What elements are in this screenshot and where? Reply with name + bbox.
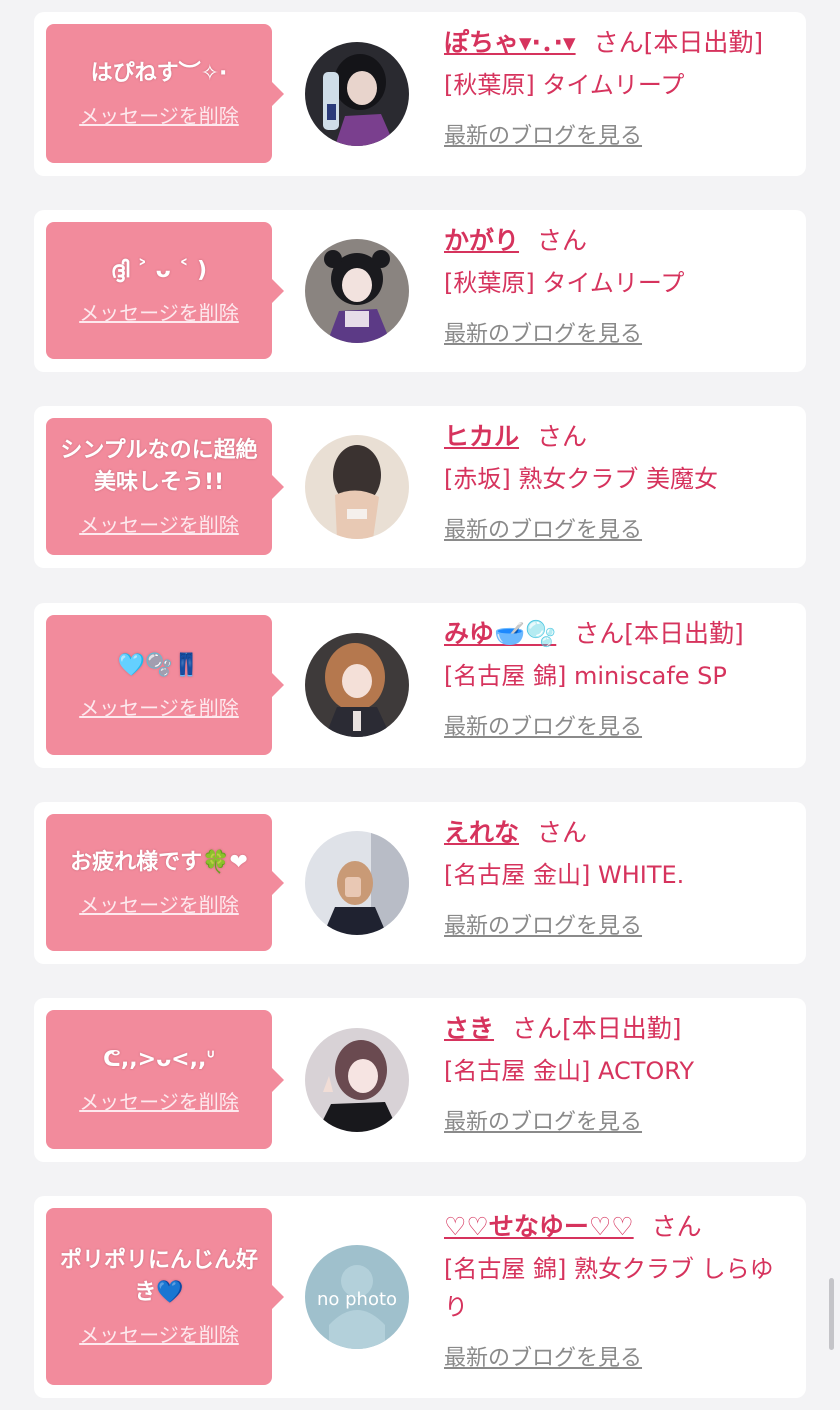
shop-link[interactable]: [名古屋 錦] 熟女クラブ しらゆり: [444, 1250, 794, 1326]
name-line: かがり さん: [444, 224, 794, 258]
honorific: さん: [537, 818, 588, 847]
message-bubble: はぴねす︶✧· メッセージを削除: [46, 24, 284, 163]
message-card: ᕦ,,>ᴗ<,,ᐡ メッセージを削除 さき さん[本日出勤] [名古屋 金山] A…: [34, 998, 806, 1162]
honorific: さん: [651, 1212, 702, 1241]
honorific: さん: [537, 226, 588, 255]
delete-message-link[interactable]: メッセージを削除: [79, 1086, 239, 1115]
message-bubble: ദ്ദി ˃ ᴗ ˂ ) メッセージを削除: [46, 222, 284, 359]
delete-message-link[interactable]: メッセージを削除: [79, 889, 239, 918]
girl-name-link[interactable]: みゆ🥣🫧: [444, 619, 556, 648]
shop-link[interactable]: [名古屋 錦] miniscafe SP: [444, 657, 794, 695]
avatar[interactable]: [305, 239, 409, 343]
on-duty-badge: [本日出勤]: [643, 28, 764, 57]
delete-message-link[interactable]: メッセージを削除: [79, 100, 239, 129]
message-text: ᕦ,,>ᴗ<,,ᐡ: [102, 1047, 216, 1072]
latest-blog-link[interactable]: 最新のブログを見る: [444, 118, 642, 150]
on-duty-badge: [本日出勤]: [624, 619, 744, 648]
scrollbar[interactable]: [829, 1278, 834, 1350]
profile-info: さき さん[本日出勤] [名古屋 金山] ACTORY 最新のブログを見る: [444, 1012, 794, 1136]
profile-info: ♡♡せなゆー♡♡ さん [名古屋 錦] 熟女クラブ しらゆり 最新のブログを見る: [444, 1210, 794, 1372]
message-bubble: シンプルなのに超絶美味しそう!! メッセージを削除: [46, 418, 284, 555]
latest-blog-link[interactable]: 最新のブログを見る: [444, 1104, 642, 1136]
profile-info: みゆ🥣🫧 さん[本日出勤] [名古屋 錦] miniscafe SP 最新のブログ…: [444, 617, 794, 741]
delete-message-link[interactable]: メッセージを削除: [79, 1319, 239, 1348]
name-line: ♡♡せなゆー♡♡ さん: [444, 1210, 794, 1244]
message-card: はぴねす︶✧· メッセージを削除 ぽちゃ▾·．·▾ さん[本日出勤] [秋葉原] …: [34, 12, 806, 176]
profile-info: ヒカル さん [赤坂] 熟女クラブ 美魔女 最新のブログを見る: [444, 420, 794, 544]
shop-link[interactable]: [名古屋 金山] WHITE.: [444, 856, 794, 894]
name-line: ヒカル さん: [444, 420, 794, 454]
avatar[interactable]: [305, 831, 409, 935]
girl-name-link[interactable]: えれな: [444, 818, 519, 847]
latest-blog-link[interactable]: 最新のブログを見る: [444, 316, 642, 348]
shop-link[interactable]: [赤坂] 熟女クラブ 美魔女: [444, 460, 794, 498]
latest-blog-link[interactable]: 最新のブログを見る: [444, 512, 642, 544]
honorific: さん: [537, 422, 588, 451]
message-bubble: お疲れ様です🍀❤ メッセージを削除: [46, 814, 284, 951]
no-photo-label: no photo: [317, 1289, 397, 1310]
girl-name-link[interactable]: さき: [444, 1014, 494, 1043]
girl-name-link[interactable]: ♡♡せなゆー♡♡: [444, 1212, 634, 1241]
delete-message-link[interactable]: メッセージを削除: [79, 509, 239, 538]
honorific: さん: [512, 1014, 563, 1043]
avatar[interactable]: [305, 1028, 409, 1132]
message-card: 🩵🫧👖 メッセージを削除 みゆ🥣🫧 さん[本日出勤] [名古屋 錦] minisc…: [34, 603, 806, 768]
latest-blog-link[interactable]: 最新のブログを見る: [444, 709, 642, 741]
girl-name-link[interactable]: かがり: [444, 226, 519, 255]
shop-link[interactable]: [秋葉原] タイムリープ: [444, 66, 794, 104]
name-line: みゆ🥣🫧 さん[本日出勤]: [444, 617, 794, 651]
delete-message-link[interactable]: メッセージを削除: [79, 297, 239, 326]
message-text: シンプルなのに超絶美味しそう!!: [60, 438, 258, 495]
profile-info: えれな さん [名古屋 金山] WHITE. 最新のブログを見る: [444, 816, 794, 940]
girl-name-link[interactable]: ぽちゃ▾·．·▾: [444, 28, 576, 57]
message-card: シンプルなのに超絶美味しそう!! メッセージを削除 ヒカル さん [赤坂] 熟女ク…: [34, 406, 806, 568]
message-text: お疲れ様です🍀❤: [70, 850, 248, 875]
honorific: さん: [593, 28, 644, 57]
delete-message-link[interactable]: メッセージを削除: [79, 692, 239, 721]
honorific: さん: [574, 619, 625, 648]
name-line: さき さん[本日出勤]: [444, 1012, 794, 1046]
avatar[interactable]: no photo: [305, 1245, 409, 1349]
avatar[interactable]: [305, 633, 409, 737]
avatar[interactable]: [305, 42, 409, 146]
message-card: ポリポリにんじん好き💙 メッセージを削除 no photo ♡♡せなゆー♡♡ さん…: [34, 1196, 806, 1398]
message-card: お疲れ様です🍀❤ メッセージを削除 えれな さん [名古屋 金山] WHITE. …: [34, 802, 806, 964]
message-text: ദ്ദി ˃ ᴗ ˂ ): [110, 258, 208, 283]
message-text: ポリポリにんじん好き💙: [59, 1248, 258, 1305]
message-bubble: ポリポリにんじん好き💙 メッセージを削除: [46, 1208, 284, 1385]
message-text: はぴねす︶✧·: [90, 61, 228, 86]
profile-info: かがり さん [秋葉原] タイムリープ 最新のブログを見る: [444, 224, 794, 348]
message-card: ദ്ദി ˃ ᴗ ˂ ) メッセージを削除 かがり さん [秋葉原] タイムリープ…: [34, 210, 806, 372]
message-text: 🩵🫧👖: [117, 652, 201, 678]
profile-info: ぽちゃ▾·．·▾ さん[本日出勤] [秋葉原] タイムリープ 最新のブログを見る: [444, 26, 794, 150]
latest-blog-link[interactable]: 最新のブログを見る: [444, 908, 642, 940]
on-duty-badge: [本日出勤]: [562, 1014, 682, 1043]
latest-blog-link[interactable]: 最新のブログを見る: [444, 1340, 642, 1372]
shop-link[interactable]: [名古屋 金山] ACTORY: [444, 1052, 794, 1090]
name-line: ぽちゃ▾·．·▾ さん[本日出勤]: [444, 26, 794, 60]
message-bubble: 🩵🫧👖 メッセージを削除: [46, 615, 284, 755]
shop-link[interactable]: [秋葉原] タイムリープ: [444, 264, 794, 302]
name-line: えれな さん: [444, 816, 794, 850]
girl-name-link[interactable]: ヒカル: [444, 422, 519, 451]
message-bubble: ᕦ,,>ᴗ<,,ᐡ メッセージを削除: [46, 1010, 284, 1149]
avatar[interactable]: [305, 435, 409, 539]
